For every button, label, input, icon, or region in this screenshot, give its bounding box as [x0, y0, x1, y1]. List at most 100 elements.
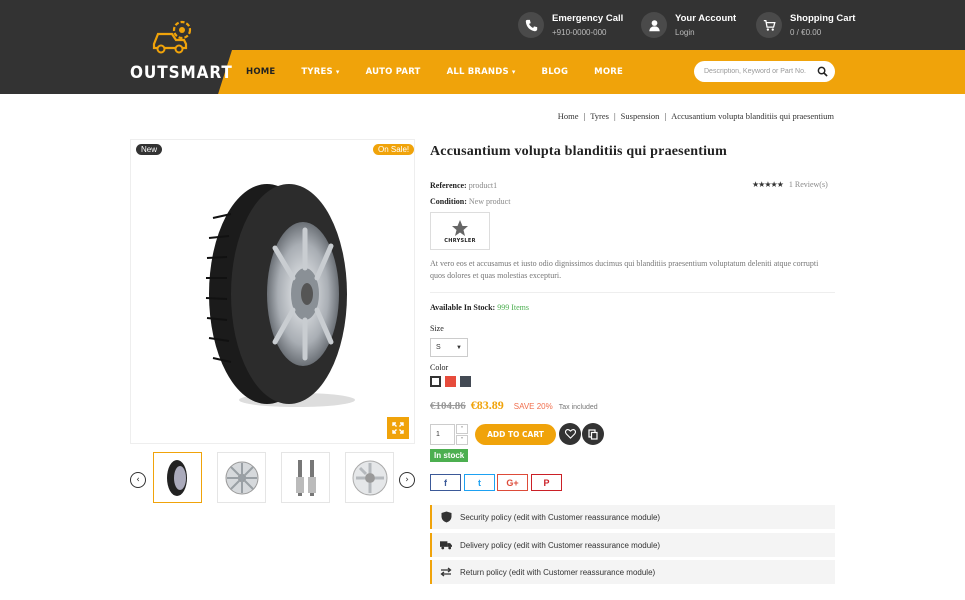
main-nav: HOME TYRES ▾ AUTO PART ALL BRANDS ▾ BLOG M…: [246, 50, 649, 94]
policy-return: Return policy (edit with Customer reassu…: [430, 560, 835, 584]
twitter-icon: t: [478, 477, 481, 488]
sale-badge: On Sale!: [373, 144, 415, 155]
availability: Available In Stock: 999 Items: [430, 303, 529, 312]
emergency-call[interactable]: Emergency Call +910-0000-000: [518, 10, 623, 40]
pinterest-share-button[interactable]: P: [531, 474, 562, 491]
current-price: €83.89: [470, 398, 504, 412]
tyre-image: [205, 184, 355, 407]
your-account[interactable]: Your Account Login: [641, 10, 736, 40]
nav-blog-label: BLOG: [541, 67, 569, 77]
compare-button[interactable]: [582, 423, 604, 445]
login-link[interactable]: Login: [675, 28, 736, 37]
account-title: Your Account: [675, 13, 737, 24]
googleplus-share-button[interactable]: G+: [497, 474, 528, 491]
product-condition: Condition: New product: [430, 197, 510, 206]
logo-text[interactable]: OUTSMART: [130, 63, 233, 83]
thumbs-next-button[interactable]: ›: [399, 472, 415, 488]
nav-more-label: MORE: [594, 67, 623, 77]
breadcrumb-separator: |: [583, 111, 586, 121]
policy-return-text: Return policy (edit with Customer reassu…: [460, 567, 656, 577]
wishlist-button[interactable]: [559, 423, 581, 445]
nav-tyres-label: TYRES: [301, 67, 333, 77]
stock-value: 999 Items: [497, 303, 529, 312]
google-plus-icon: G+: [506, 477, 519, 488]
truck-icon: [440, 541, 452, 550]
condition-value: New product: [468, 197, 511, 206]
breadcrumb-suspension[interactable]: Suspension: [621, 111, 660, 121]
nav-tyres[interactable]: TYRES ▾: [301, 67, 339, 77]
chevron-down-icon: ˅: [460, 436, 464, 444]
star-icon: ★★★★★: [752, 180, 784, 189]
emergency-number: +910-0000-000: [552, 28, 607, 37]
breadcrumb-current: Accusantium volupta blanditiis qui praes…: [671, 111, 834, 121]
facebook-share-button[interactable]: f: [430, 474, 461, 491]
twitter-share-button[interactable]: t: [464, 474, 495, 491]
size-label: Size: [430, 324, 444, 333]
brand-logo[interactable]: CHRYSLER: [430, 212, 490, 250]
nav-auto-part-label: AUTO PART: [365, 67, 421, 77]
color-label: Color: [430, 363, 449, 372]
new-badge: New: [136, 144, 163, 155]
tax-label: Tax included: [558, 404, 598, 411]
nav-all-brands-label: ALL BRANDS: [446, 67, 509, 77]
chevron-down-icon: ▾: [335, 68, 340, 76]
nav-all-brands[interactable]: ALL BRANDS ▾: [447, 67, 516, 77]
quantity-input[interactable]: 1: [430, 424, 455, 445]
size-select[interactable]: S ▼: [430, 338, 468, 357]
nav-auto-part[interactable]: AUTO PART: [366, 67, 421, 77]
policy-delivery: Delivery policy (edit with Customer reas…: [430, 533, 835, 557]
price-block: €104.86 €83.89 SAVE 20% Tax included: [430, 398, 598, 413]
breadcrumb-home[interactable]: Home: [558, 111, 579, 121]
breadcrumb-tyres[interactable]: Tyres: [590, 111, 609, 121]
chevron-left-icon: ‹: [136, 475, 140, 485]
phone-icon: [518, 12, 544, 38]
divider: [430, 292, 835, 293]
zoom-button[interactable]: [387, 417, 409, 439]
color-swatch-dark[interactable]: [460, 376, 471, 387]
search-box: [694, 61, 835, 82]
emergency-title: Emergency Call: [552, 13, 624, 24]
thumbnail-rim-chrome[interactable]: [217, 452, 266, 503]
color-swatch-red[interactable]: [445, 376, 456, 387]
cart-title: Shopping Cart: [790, 13, 856, 24]
swap-icon: [440, 567, 452, 577]
search-input[interactable]: [704, 68, 814, 75]
nav-blog[interactable]: BLOG: [542, 67, 569, 77]
product-reference: Reference: product1: [430, 181, 497, 190]
reference-value: product1: [468, 181, 498, 190]
breadcrumb-separator: |: [664, 111, 667, 121]
policy-delivery-text: Delivery policy (edit with Customer reas…: [460, 540, 661, 550]
size-value: S: [436, 344, 441, 351]
stock-label: Available In Stock:: [430, 303, 496, 312]
cart-summary: 0 / €0.00: [790, 28, 822, 37]
shopping-cart[interactable]: Shopping Cart 0 / €0.00: [756, 10, 855, 40]
nav-home[interactable]: HOME: [246, 67, 275, 77]
add-to-cart-button[interactable]: ADD TO CART: [475, 424, 556, 445]
cart-icon: [756, 12, 782, 38]
reference-label: Reference:: [430, 181, 467, 190]
discount-label: SAVE 20%: [513, 402, 553, 411]
pentastar-icon: [452, 219, 468, 236]
chevron-up-icon: ˄: [460, 425, 464, 433]
thumbs-prev-button[interactable]: ‹: [130, 472, 146, 488]
policy-security-text: Security policy (edit with Customer reas…: [460, 512, 661, 522]
quantity-down-button[interactable]: ˅: [456, 435, 468, 445]
product-title: Accusantium volupta blanditiis qui praes…: [430, 144, 728, 159]
color-swatch-white[interactable]: [430, 376, 441, 387]
thumbnail-tyre[interactable]: [153, 452, 202, 503]
nav-home-label: HOME: [246, 67, 276, 77]
regular-price: €104.86: [430, 400, 466, 412]
breadcrumb-separator: |: [613, 111, 616, 121]
search-icon[interactable]: [817, 66, 828, 77]
condition-label: Condition:: [430, 197, 467, 206]
thumbnail-rim-silver[interactable]: [345, 452, 394, 503]
brand-name: CHRYSLER: [444, 237, 476, 244]
thumbnail-shock-absorbers[interactable]: [281, 452, 330, 503]
chevron-right-icon: ›: [405, 475, 409, 485]
rating[interactable]: ★★★★★ 1 Review(s): [752, 180, 828, 189]
quantity-up-button[interactable]: ˄: [456, 424, 468, 434]
review-count[interactable]: 1 Review(s): [789, 180, 828, 189]
breadcrumb: Home | Tyres | Suspension | Accusantium vol…: [558, 111, 834, 121]
nav-more[interactable]: MORE: [594, 67, 623, 77]
logo-icon[interactable]: [150, 18, 196, 56]
